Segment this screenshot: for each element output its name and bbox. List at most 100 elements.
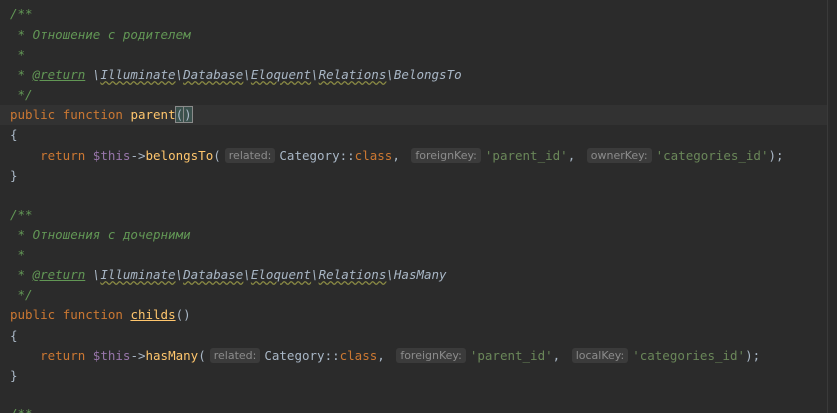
keyword-class: class [339, 348, 378, 363]
param-hint-local-key: localKey: [571, 348, 629, 363]
brace-close: } [10, 168, 18, 183]
doc-comment-open: /** [10, 6, 33, 21]
doc-space [85, 67, 93, 82]
function-name[interactable]: parent [130, 107, 175, 122]
code-line[interactable]: * Отношения с дочерними [0, 225, 827, 245]
doc-space [85, 267, 93, 282]
doc-comment-close: */ [10, 87, 33, 102]
param-hint-owner-key: ownerKey: [586, 148, 652, 163]
parens: () [175, 307, 191, 322]
doc-ref-namespace[interactable]: Relations [319, 67, 387, 82]
comma: , [392, 148, 400, 163]
brace-open: { [10, 328, 18, 343]
doc-comment-close: */ [10, 287, 33, 302]
arrow-operator: -> [130, 148, 146, 163]
doc-ref-separator: \ [175, 267, 184, 282]
code-line[interactable]: */ [0, 285, 827, 305]
doc-comment-description: * Отношения с дочерними [10, 227, 191, 242]
doc-ref-namespace[interactable]: Eloquent [251, 267, 311, 282]
doc-comment-blank: * [10, 47, 26, 62]
comma: , [377, 348, 385, 363]
keyword-class: class [354, 148, 393, 163]
doc-ref-separator: \ [311, 267, 319, 282]
doc-ref-namespace[interactable]: Eloquent [251, 67, 311, 82]
arrow-operator: -> [130, 348, 146, 363]
doc-ref-namespace[interactable]: Illuminate [100, 267, 175, 282]
doc-ref-separator: \ [243, 267, 251, 282]
call-close: ); [745, 348, 761, 363]
string-arg[interactable]: 'parent_id' [485, 148, 568, 163]
keyword-function: function [62, 307, 123, 322]
doc-ref-separator: \ [243, 67, 251, 82]
doc-ref-namespace[interactable]: Illuminate [100, 67, 175, 82]
code-line[interactable]: public function childs() [0, 305, 827, 325]
doc-comment-open: /** [10, 207, 33, 222]
string-arg[interactable]: 'categories_id' [632, 348, 745, 363]
call-paren-open: ( [213, 148, 221, 163]
call-close: ); [768, 148, 784, 163]
code-line[interactable]: } [0, 366, 827, 386]
doc-ref-class[interactable]: HasMany [394, 267, 447, 282]
keyword-function: function [62, 107, 123, 122]
keyword-return: return [40, 148, 86, 163]
function-name[interactable]: childs [130, 307, 175, 322]
doc-comment-prefix: * [10, 267, 33, 282]
doc-comment-prefix: * [10, 67, 33, 82]
code-line[interactable]: return $this->hasMany(related: Category::… [0, 346, 827, 366]
doc-return-tag: @return [32, 67, 86, 82]
keyword-public: public [10, 107, 56, 122]
doc-ref-class[interactable]: BelongsTo [394, 67, 462, 82]
doc-ref-separator: \ [386, 267, 394, 282]
doc-ref-separator: \ [175, 67, 184, 82]
string-arg[interactable]: 'categories_id' [656, 148, 769, 163]
class-reference[interactable]: Category [279, 148, 339, 163]
param-hint-related: related: [224, 148, 276, 163]
code-line[interactable]: { [0, 125, 827, 145]
method-call[interactable]: belongsTo [146, 148, 214, 163]
keyword-public: public [10, 307, 56, 322]
doc-ref-separator: \ [386, 67, 394, 82]
call-paren-open: ( [198, 348, 206, 363]
code-line[interactable]: return $this->belongsTo(related: Category… [0, 146, 827, 166]
code-line-current[interactable]: public function parent() [0, 105, 827, 125]
doc-comment-blank: * [10, 247, 26, 262]
param-hint-foreign-key: foreignKey: [396, 348, 466, 363]
brace-open: { [10, 127, 18, 142]
doc-ref-namespace[interactable]: Database [183, 267, 243, 282]
paren-open-match: ( [174, 106, 185, 123]
doc-ref-namespace[interactable]: Relations [319, 267, 387, 282]
code-line[interactable]: * @return \Illuminate\Database\Eloquent\… [0, 65, 827, 85]
variable-this[interactable]: $this [93, 148, 131, 163]
doc-ref-separator: \ [311, 67, 319, 82]
code-line[interactable]: /** [0, 205, 827, 225]
code-line[interactable]: * [0, 45, 827, 65]
keyword-return: return [40, 348, 86, 363]
doc-ref-namespace[interactable]: Database [183, 67, 243, 82]
code-line[interactable]: { [0, 326, 827, 346]
double-colon: :: [324, 348, 340, 363]
class-reference[interactable]: Category [264, 348, 324, 363]
code-line[interactable]: */ [0, 85, 827, 105]
code-line[interactable]: /** [0, 404, 827, 413]
code-line[interactable]: } [0, 166, 827, 186]
doc-comment-open: /** [10, 406, 33, 413]
method-call[interactable]: hasMany [146, 348, 199, 363]
param-hint-related: related: [209, 348, 261, 363]
code-editor[interactable]: /** * Отношение с родителем * * @return … [0, 0, 837, 413]
code-line[interactable]: /** [0, 4, 827, 24]
code-line[interactable]: * [0, 245, 827, 265]
right-margin-guide [827, 0, 828, 413]
paren-close-match: ) [183, 106, 193, 123]
comma: , [552, 348, 561, 363]
code-line[interactable]: * @return \Illuminate\Database\Eloquent\… [0, 265, 827, 285]
double-colon: :: [339, 148, 355, 163]
string-arg[interactable]: 'parent_id' [470, 348, 553, 363]
code-line[interactable]: * Отношение с родителем [0, 25, 827, 45]
param-hint-foreign-key: foreignKey: [411, 148, 481, 163]
variable-this[interactable]: $this [93, 348, 131, 363]
comma: , [567, 148, 576, 163]
doc-comment-description: * Отношение с родителем [10, 27, 191, 42]
brace-close: } [10, 368, 18, 383]
doc-return-tag: @return [32, 267, 86, 282]
